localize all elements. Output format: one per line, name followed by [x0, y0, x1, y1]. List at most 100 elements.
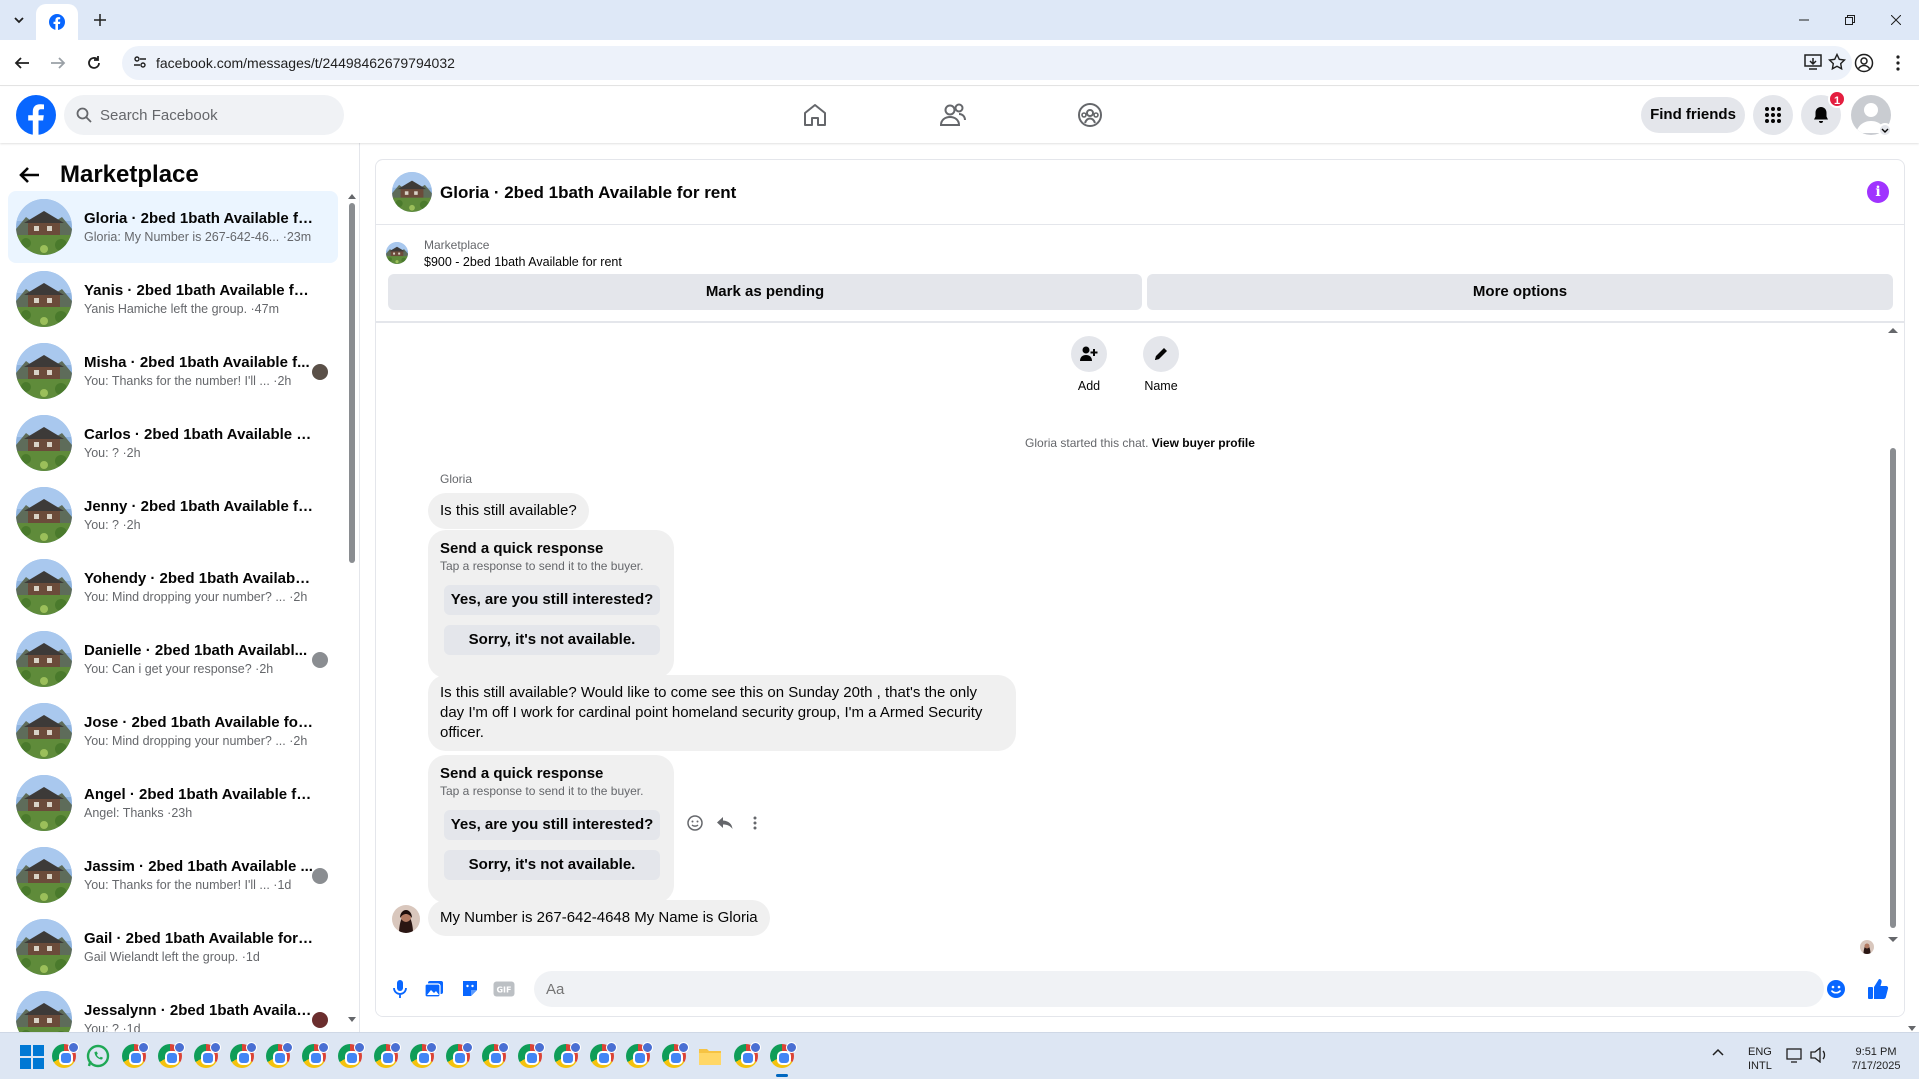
page-scrollbar[interactable]	[1905, 92, 1919, 1032]
chrome-icon[interactable]	[587, 1041, 617, 1071]
url-text[interactable]: facebook.com/messages/t/2449846267979403…	[156, 55, 455, 71]
chrome-icon[interactable]	[731, 1041, 761, 1071]
chrome-icon[interactable]	[119, 1041, 149, 1071]
conversation-item[interactable]: Jenny · 2bed 1bath Available for ... You:…	[8, 479, 338, 551]
chrome-icon[interactable]	[49, 1041, 79, 1071]
chat-scrollbar[interactable]	[1888, 323, 1898, 943]
sticker-icon[interactable]	[458, 977, 482, 1001]
browser-menu-icon[interactable]	[1886, 51, 1910, 75]
quick-response-yes-button[interactable]: Yes, are you still interested?	[444, 585, 660, 615]
groups-icon[interactable]	[1076, 101, 1104, 129]
facebook-search[interactable]: Search Facebook	[64, 95, 344, 135]
bookmark-star-icon[interactable]	[1828, 53, 1846, 71]
name-chat-action[interactable]: Name	[1131, 336, 1191, 393]
new-tab-button[interactable]	[90, 10, 110, 30]
conversation-item[interactable]: Jessalynn · 2bed 1bath Availab... You: ? …	[8, 983, 338, 1032]
chat-scroll-thumb[interactable]	[1890, 448, 1896, 928]
reload-button[interactable]	[82, 51, 106, 75]
volume-icon[interactable]	[1810, 1047, 1828, 1063]
tray-chevron-icon[interactable]	[1712, 1048, 1724, 1056]
minimize-button[interactable]	[1781, 6, 1827, 34]
quick-response-no-button[interactable]: Sorry, it's not available.	[444, 850, 660, 880]
chrome-icon[interactable]	[191, 1041, 221, 1071]
restore-button[interactable]	[1827, 6, 1873, 34]
conversation-item[interactable]: Yanis · 2bed 1bath Available for r... Yan…	[8, 263, 338, 335]
more-options-button[interactable]: More options	[1147, 274, 1893, 310]
info-icon[interactable]: i	[1867, 181, 1889, 203]
listing-thumbnail	[16, 991, 72, 1032]
site-info-icon[interactable]	[132, 54, 148, 70]
chrome-icon[interactable]	[371, 1041, 401, 1071]
chrome-icon[interactable]	[263, 1041, 293, 1071]
find-friends-button[interactable]: Find friends	[1641, 97, 1745, 133]
sidebar-scrollbar[interactable]	[348, 193, 356, 1023]
conversation-preview: You: Can i get your response? ·2h	[84, 662, 274, 676]
facebook-logo-icon[interactable]	[16, 95, 56, 135]
conversation-item[interactable]: Danielle · 2bed 1bath Availabl... You: Ca…	[8, 623, 338, 695]
sender-avatar[interactable]	[392, 905, 420, 933]
language-indicator[interactable]: ENG INTL	[1748, 1045, 1772, 1073]
conversation-item[interactable]: Angel · 2bed 1bath Available for ... Ange…	[8, 767, 338, 839]
conversation-item[interactable]: Yohendy · 2bed 1bath Available f... You: …	[8, 551, 338, 623]
quick-response-no-button[interactable]: Sorry, it's not available.	[444, 625, 660, 655]
chrome-icon[interactable]	[407, 1041, 437, 1071]
menu-grid-button[interactable]	[1753, 95, 1793, 135]
conversation-item[interactable]: Carlos · 2bed 1bath Available for... You:…	[8, 407, 338, 479]
photo-icon[interactable]	[422, 977, 446, 1001]
emoji-icon[interactable]	[1824, 977, 1848, 1001]
more-vertical-icon[interactable]	[746, 814, 764, 832]
like-thumbs-up-icon[interactable]	[1866, 977, 1890, 1001]
conversation-list: Gloria · 2bed 1bath Available for... Glor…	[8, 191, 338, 1032]
message-bubble[interactable]: My Number is 267-642-4648 My Name is Glo…	[428, 900, 770, 936]
conversation-item[interactable]: Gail · 2bed 1bath Available for re... Gai…	[8, 911, 338, 983]
chrome-icon[interactable]	[515, 1041, 545, 1071]
forward-button[interactable]	[46, 51, 70, 75]
address-bar[interactable]: facebook.com/messages/t/2449846267979403…	[122, 46, 1852, 80]
quick-response-yes-button[interactable]: Yes, are you still interested?	[444, 810, 660, 840]
close-window-button[interactable]	[1873, 6, 1919, 34]
message-input[interactable]	[534, 971, 1824, 1007]
chrome-icon[interactable]	[767, 1041, 797, 1077]
browser-tab-facebook[interactable]	[36, 4, 78, 40]
home-icon[interactable]	[801, 101, 829, 129]
conversation-name: Yohendy · 2bed 1bath Available f...	[84, 570, 314, 587]
reply-icon[interactable]	[716, 814, 734, 832]
chrome-icon[interactable]	[299, 1041, 329, 1071]
conversation-name: Jassim · 2bed 1bath Available ...	[84, 858, 313, 875]
gif-icon[interactable]: GIF	[492, 977, 516, 1001]
listing-thumbnail[interactable]	[392, 172, 432, 212]
conversation-item[interactable]: Gloria · 2bed 1bath Available for... Glor…	[8, 191, 338, 263]
chat-title[interactable]: Gloria · 2bed 1bath Available for rent	[440, 183, 736, 203]
install-app-icon[interactable]	[1804, 53, 1822, 71]
microphone-icon[interactable]	[388, 977, 412, 1001]
network-icon[interactable]	[1786, 1047, 1804, 1063]
conversation-item[interactable]: Misha · 2bed 1bath Available f... You: Th…	[8, 335, 338, 407]
conversation-item[interactable]: Jose · 2bed 1bath Available for r... You:…	[8, 695, 338, 767]
message-bubble[interactable]: Is this still available? Would like to c…	[428, 675, 1016, 751]
chevron-down-icon[interactable]	[1878, 123, 1892, 137]
file-explorer-icon[interactable]	[695, 1041, 725, 1071]
chrome-icon[interactable]	[659, 1041, 689, 1071]
message-bubble[interactable]: Is this still available?	[428, 493, 589, 529]
react-emoji-icon[interactable]	[686, 814, 704, 832]
chrome-icon[interactable]	[335, 1041, 365, 1071]
windows-start-icon[interactable]	[20, 1045, 44, 1069]
mark-as-pending-button[interactable]: Mark as pending	[388, 274, 1142, 310]
tab-search-button[interactable]	[8, 9, 30, 31]
chrome-icon[interactable]	[479, 1041, 509, 1071]
sidebar-scroll-thumb[interactable]	[349, 203, 355, 563]
chrome-icon[interactable]	[623, 1041, 653, 1071]
view-buyer-profile-link[interactable]: View buyer profile	[1152, 436, 1255, 450]
clock[interactable]: 9:51 PM 7/17/2025	[1846, 1045, 1906, 1073]
conversation-item[interactable]: Jassim · 2bed 1bath Available ... You: Th…	[8, 839, 338, 911]
whatsapp-icon[interactable]	[83, 1041, 113, 1071]
add-person-action[interactable]: Add	[1059, 336, 1119, 393]
chrome-icon[interactable]	[227, 1041, 257, 1071]
chrome-icon[interactable]	[155, 1041, 185, 1071]
chrome-icon[interactable]	[443, 1041, 473, 1071]
back-arrow-icon[interactable]	[18, 166, 40, 184]
friends-icon[interactable]	[939, 101, 967, 129]
profile-icon[interactable]	[1852, 51, 1876, 75]
back-button[interactable]	[10, 51, 34, 75]
chrome-icon[interactable]	[551, 1041, 581, 1071]
